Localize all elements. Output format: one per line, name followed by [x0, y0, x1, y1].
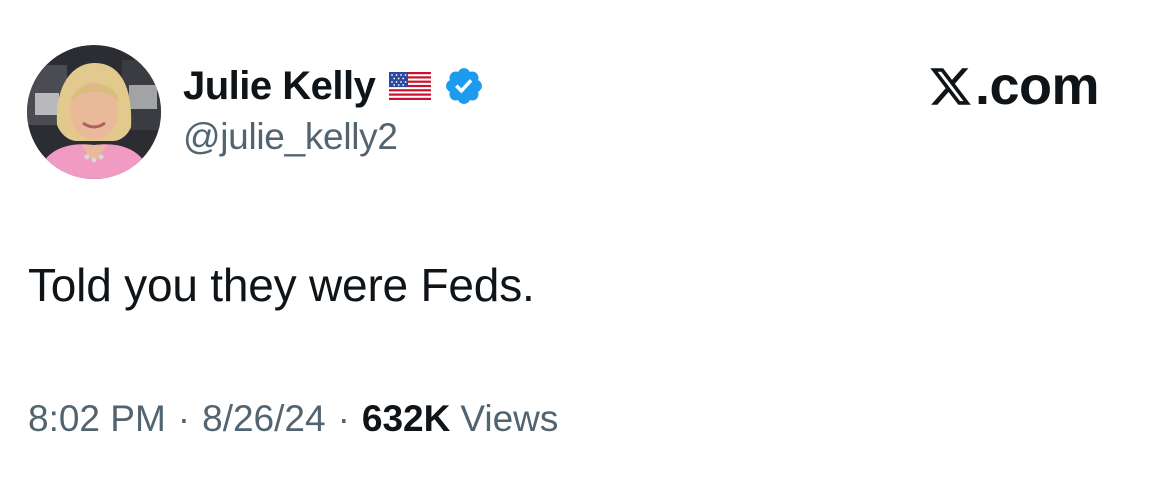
x-logo-icon [930, 67, 971, 105]
view-count: 632K [361, 398, 451, 439]
avatar[interactable] [27, 45, 161, 179]
tweet-time[interactable]: 8:02 PM [28, 398, 166, 440]
tweet-meta: 8:02 PM · 8/26/24 · 632K Views [28, 398, 558, 440]
display-name[interactable]: Julie Kelly [183, 64, 376, 109]
views-label: Views [460, 398, 559, 439]
avatar-image [27, 45, 161, 179]
author-row: Julie Kelly [183, 60, 485, 112]
tweet-date[interactable]: 8/26/24 [202, 398, 325, 440]
us-flag-icon [389, 72, 432, 100]
meta-separator: · [177, 398, 191, 439]
author-handle[interactable]: @julie_kelly2 [183, 116, 398, 158]
brand-mark: .com [928, 56, 1100, 116]
meta-separator: · [337, 398, 350, 439]
verified-badge-icon[interactable] [443, 65, 485, 107]
tweet-card: Julie Kelly @julie_kelly2 .com Told you … [0, 0, 1170, 487]
tweet-text: Told you they were Feds. [28, 259, 535, 311]
brand-domain-suffix: .com [975, 56, 1100, 116]
